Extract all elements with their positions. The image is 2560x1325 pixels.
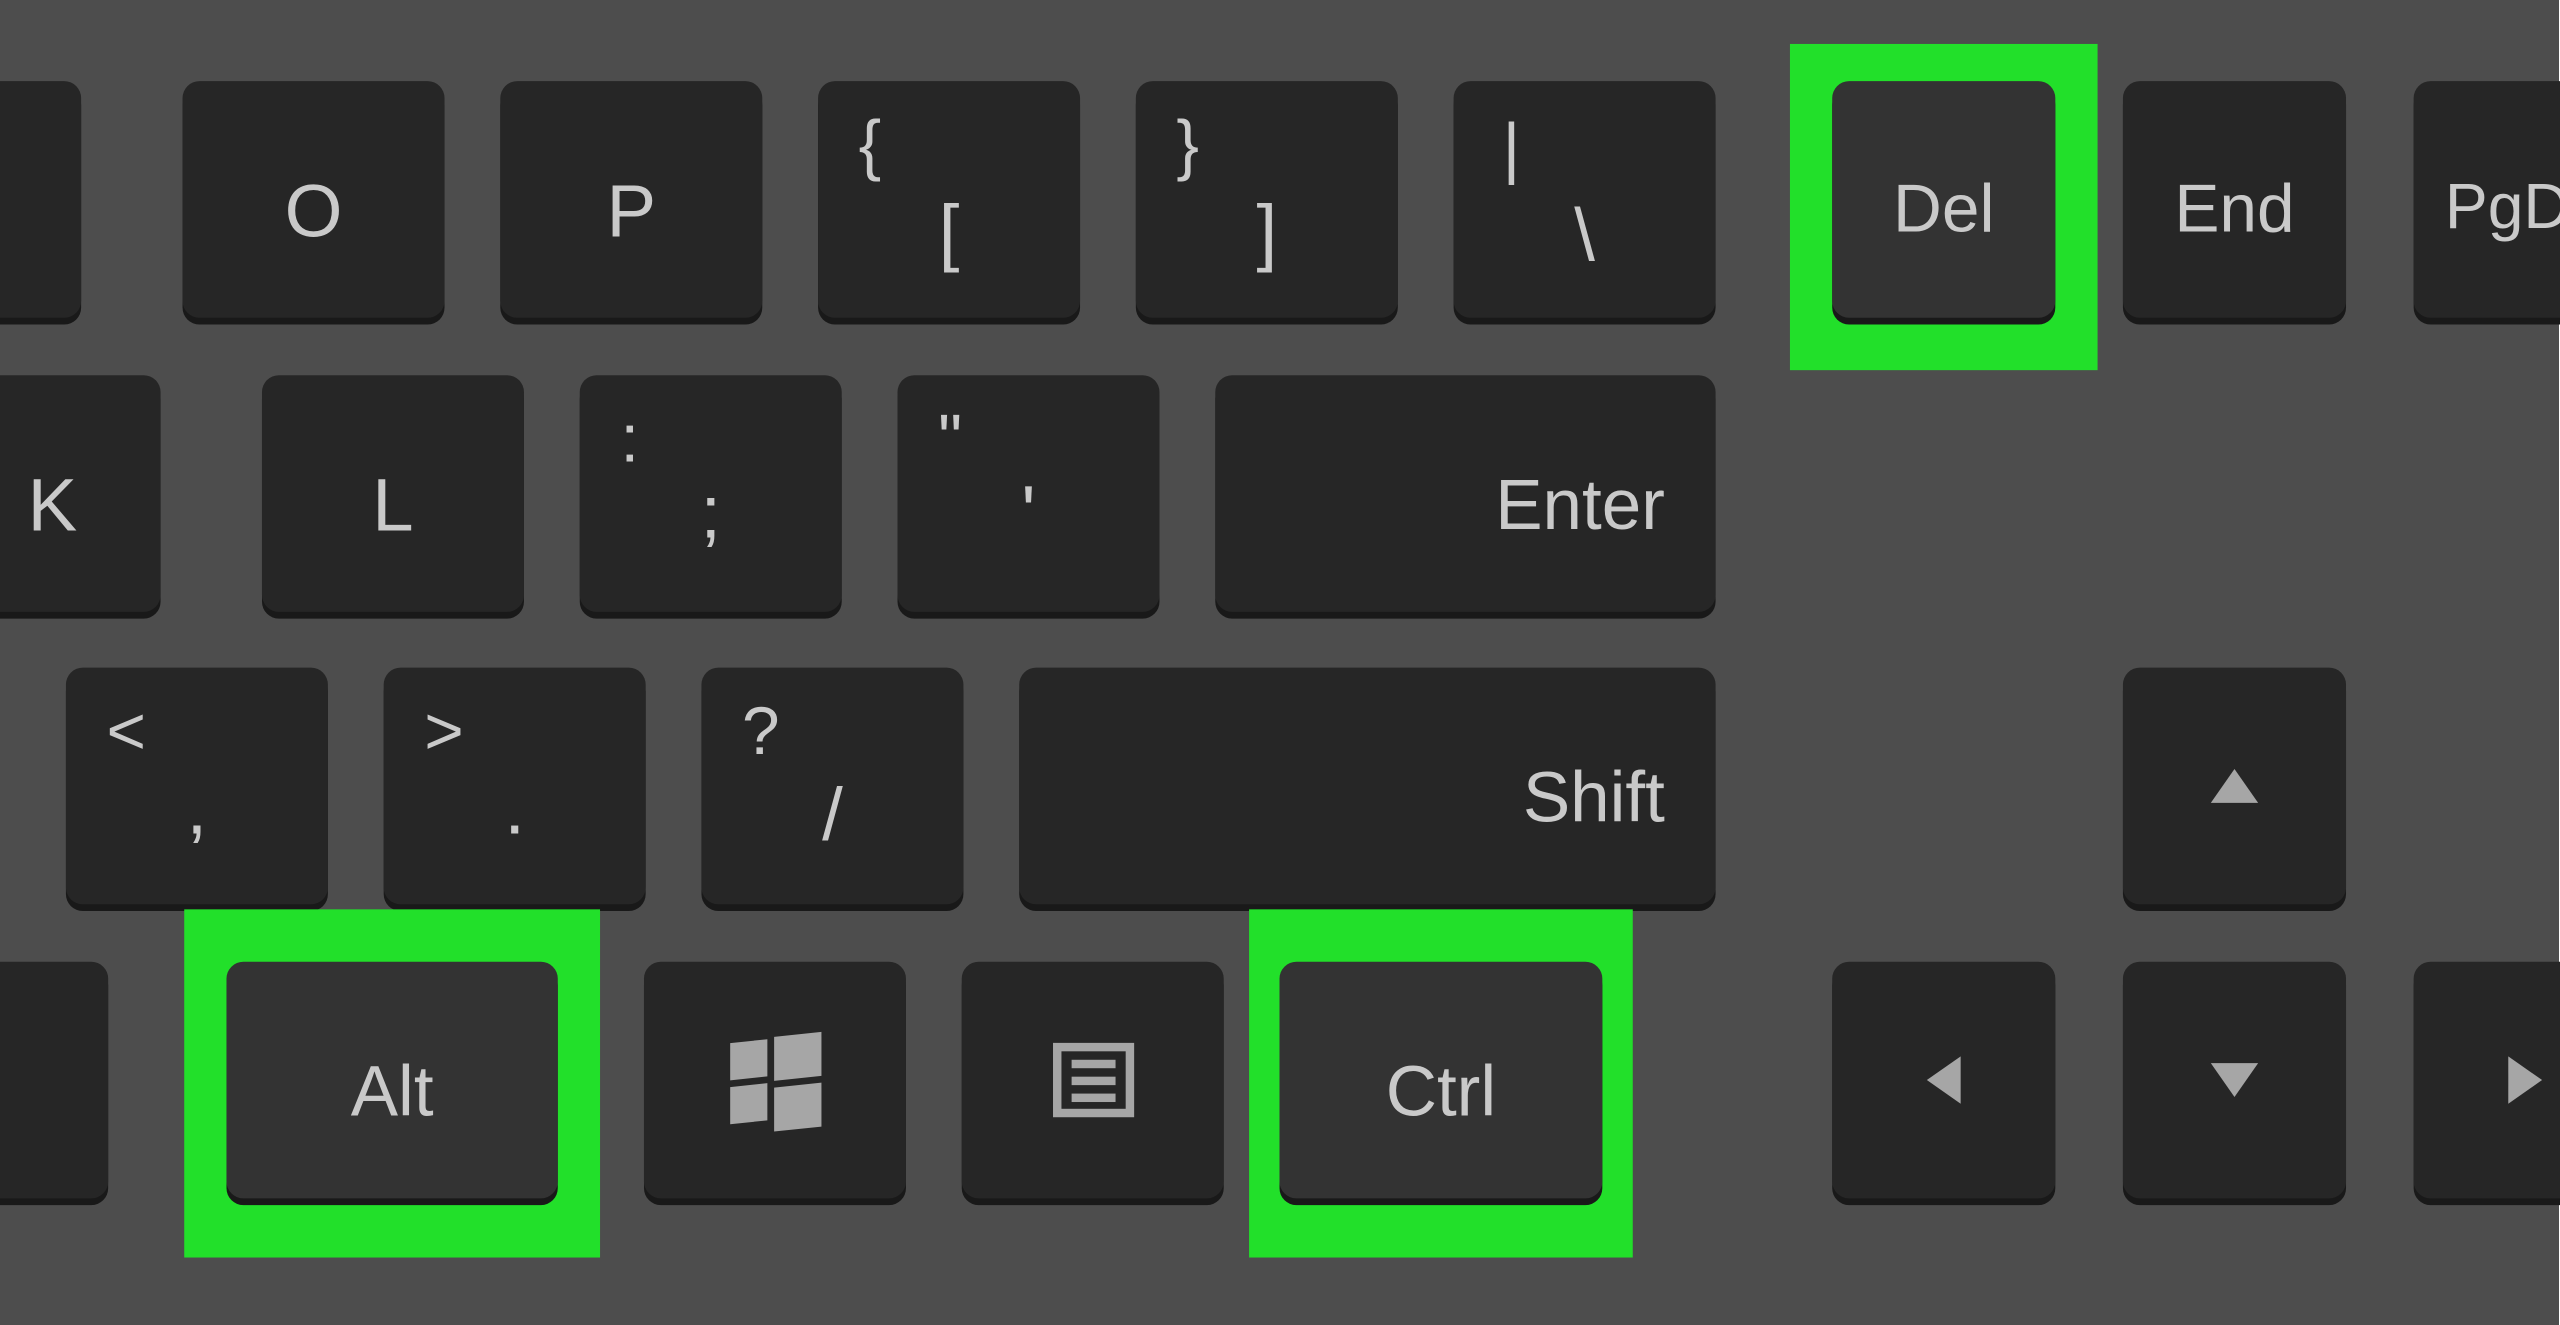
key-label: I xyxy=(0,176,81,250)
key-upper: < xyxy=(106,698,145,766)
key-label: PgDn xyxy=(2414,176,2560,240)
key-lower: , xyxy=(66,772,328,846)
key-arrow-left[interactable] xyxy=(1832,962,2055,1199)
key-upper: } xyxy=(1176,112,1199,180)
key-k[interactable]: K xyxy=(0,375,161,612)
key-pgdn[interactable]: PgDn xyxy=(2414,81,2560,318)
key-p[interactable]: P xyxy=(500,81,762,318)
key-upper: > xyxy=(424,698,463,766)
key-period[interactable]: > . xyxy=(384,668,646,905)
key-label: K xyxy=(0,470,161,544)
key-lower: / xyxy=(701,779,963,853)
key-lower: ; xyxy=(580,477,842,551)
key-end[interactable]: End xyxy=(2123,81,2346,318)
key-o[interactable]: O xyxy=(183,81,445,318)
key-label: L xyxy=(262,470,524,544)
key-left-bracket[interactable]: { [ xyxy=(818,81,1080,318)
key-label: Alt xyxy=(226,1056,557,1127)
key-label: Shift xyxy=(1523,762,1665,833)
key-label: O xyxy=(183,176,445,250)
windows-logo-icon xyxy=(729,1034,820,1125)
key-upper: { xyxy=(859,112,882,180)
key-l[interactable]: L xyxy=(262,375,524,612)
key-alt[interactable]: Alt xyxy=(226,962,557,1199)
key-upper: : xyxy=(620,406,639,474)
key-comma[interactable]: < , xyxy=(66,668,328,905)
key-fn-partial[interactable] xyxy=(0,962,108,1199)
key-lower: ] xyxy=(1136,196,1398,270)
key-semicolon[interactable]: : ; xyxy=(580,375,842,612)
highlight-del: Del xyxy=(1790,44,2098,370)
arrow-right-icon xyxy=(2508,1056,2542,1103)
key-slash[interactable]: ? / xyxy=(701,668,963,905)
key-menu[interactable] xyxy=(962,962,1224,1199)
keyboard-diagram: I O P { [ } ] | \ Del End PgDn K L : ; xyxy=(0,0,2559,1325)
key-lower: [ xyxy=(818,196,1080,270)
arrow-left-icon xyxy=(1927,1056,1961,1103)
key-label: Del xyxy=(1832,176,2055,244)
key-upper: " xyxy=(938,406,962,474)
key-lower: \ xyxy=(1454,199,1716,273)
key-arrow-right[interactable] xyxy=(2414,962,2560,1199)
key-arrow-up[interactable] xyxy=(2123,668,2346,905)
key-label: End xyxy=(2123,176,2346,244)
key-label: Ctrl xyxy=(1280,1056,1603,1127)
key-lower: ' xyxy=(898,477,1160,551)
context-menu-icon xyxy=(1052,1043,1133,1117)
key-i[interactable]: I xyxy=(0,81,81,318)
key-windows[interactable] xyxy=(644,962,906,1199)
key-right-bracket[interactable]: } ] xyxy=(1136,81,1398,318)
key-label: P xyxy=(500,176,762,250)
key-quote[interactable]: " ' xyxy=(898,375,1160,612)
key-backslash[interactable]: | \ xyxy=(1454,81,1716,318)
key-shift[interactable]: Shift xyxy=(1019,668,1715,905)
key-ctrl[interactable]: Ctrl xyxy=(1280,962,1603,1199)
arrow-up-icon xyxy=(2211,769,2258,803)
key-upper: | xyxy=(1503,115,1521,183)
key-arrow-down[interactable] xyxy=(2123,962,2346,1199)
key-del[interactable]: Del xyxy=(1832,81,2055,318)
key-label: Enter xyxy=(1495,470,1665,541)
highlight-alt: Alt xyxy=(184,909,600,1257)
key-upper: ? xyxy=(742,698,780,766)
key-lower: . xyxy=(384,772,646,846)
highlight-ctrl: Ctrl xyxy=(1249,909,1633,1257)
key-enter[interactable]: Enter xyxy=(1215,375,1715,612)
arrow-down-icon xyxy=(2211,1063,2258,1097)
